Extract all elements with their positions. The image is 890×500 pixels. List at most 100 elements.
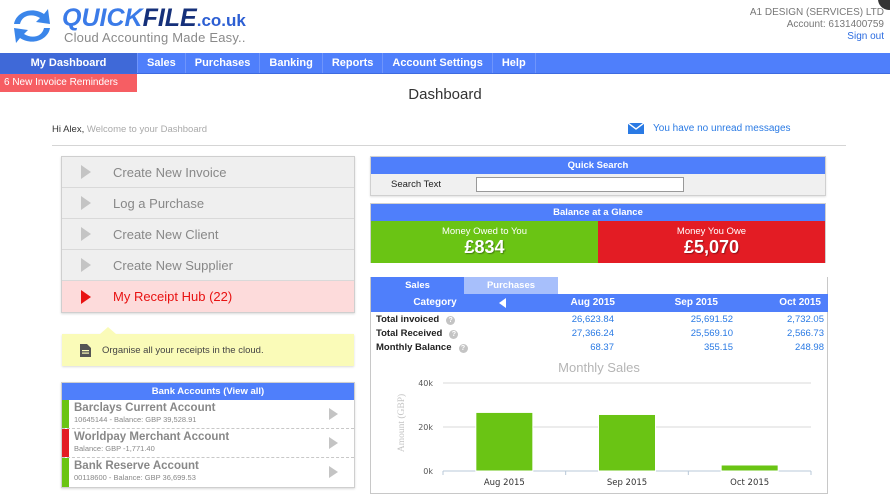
bank-account-row[interactable]: Bank Reserve Account 00118600 - Balance:…: [62, 458, 354, 487]
action-label: My Receipt Hub (22): [113, 289, 233, 304]
search-text-label: Search Text: [391, 179, 441, 190]
messages-text: You have no unread messages: [653, 123, 791, 134]
nav-sales[interactable]: Sales: [138, 53, 186, 73]
table-header: Category Aug 2015 Sep 2015 Oct 2015: [371, 294, 828, 312]
main-nav: My Dashboard Sales Purchases Banking Rep…: [0, 53, 890, 74]
account-name: Worldpay Merchant Account: [74, 431, 230, 443]
play-arrow-icon: [81, 227, 91, 241]
bank-account-row[interactable]: Worldpay Merchant Account Balance: GBP -…: [62, 429, 354, 458]
y-tick-label: 20k: [418, 423, 433, 432]
tab-purchases[interactable]: Purchases: [464, 277, 558, 294]
nav-purchases[interactable]: Purchases: [186, 53, 261, 73]
nav-help[interactable]: Help: [493, 53, 536, 73]
balance-header: Balance at a Glance: [371, 204, 825, 221]
account-detail: 10645144 - Balance: GBP 39,528.91: [74, 415, 197, 424]
sync-arrows-icon: [14, 9, 50, 43]
quick-search-panel: Quick Search Search Text: [370, 156, 826, 196]
brand-file: FILE: [142, 4, 197, 32]
play-arrow-icon: [81, 289, 91, 304]
x-tick-label: Aug 2015: [484, 478, 525, 488]
owed-to-you-value: £834: [464, 237, 505, 257]
nav-my-dashboard[interactable]: My Dashboard: [0, 53, 138, 73]
table-row: Total invoiced? 26,623.84 25,691.52 2,73…: [371, 313, 828, 327]
you-owe-label: Money You Owe: [676, 226, 747, 237]
column-month: Sep 2015: [674, 297, 718, 308]
bank-account-row[interactable]: Barclays Current Account 10645144 - Bala…: [62, 400, 354, 429]
action-label: Log a Purchase: [113, 195, 205, 211]
money-you-owe[interactable]: Money You Owe £5,070: [598, 221, 825, 263]
arrow-left-icon: [499, 298, 506, 308]
greeting: Hi Alex, Welcome to your Dashboard: [52, 124, 207, 135]
money-owed-to-you[interactable]: Money Owed to You £834: [371, 221, 598, 263]
column-month: Aug 2015: [570, 297, 615, 308]
brand-name: QUICKFILE.co.uk: [62, 4, 246, 33]
cell-value[interactable]: 68.37: [519, 341, 614, 355]
bar-aug-2015[interactable]: [475, 411, 534, 472]
nav-account-settings[interactable]: Account Settings: [383, 53, 493, 73]
cell-value[interactable]: 2,732.05: [733, 313, 824, 327]
quick-search-header: Quick Search: [371, 157, 825, 174]
account-detail: Balance: GBP -1,771.40: [74, 444, 155, 453]
greeting-name: Hi Alex,: [52, 124, 85, 135]
bar-oct-2015[interactable]: [720, 464, 779, 472]
sign-out-link[interactable]: Sign out: [750, 31, 884, 43]
cell-value[interactable]: 25,691.52: [614, 313, 733, 327]
column-category: Category: [413, 297, 457, 308]
nav-reports[interactable]: Reports: [323, 53, 384, 73]
mail-icon: [628, 123, 644, 134]
nav-banking[interactable]: Banking: [260, 53, 323, 73]
account-name: Barclays Current Account: [74, 402, 216, 414]
table-row: Total Received? 27,366.24 25,569.10 2,56…: [371, 327, 828, 341]
brand-quick: QUICK: [62, 4, 143, 32]
cell-value[interactable]: 2,566.73: [733, 327, 824, 341]
my-receipt-hub-button[interactable]: My Receipt Hub (22): [62, 281, 354, 312]
y-tick-label: 40k: [418, 379, 433, 388]
you-owe-value: £5,070: [683, 237, 740, 257]
chevron-right-icon: [329, 408, 338, 420]
cell-value[interactable]: 248.98: [733, 341, 824, 355]
tip-text: Organise all your receipts in the cloud.: [102, 344, 264, 356]
sales-summary-panel: Sales Purchases Category Aug 2015 Sep 20…: [370, 277, 828, 494]
row-label: Total Received: [376, 328, 443, 339]
quickfile-logo[interactable]: QUICKFILE.co.uk Cloud Accounting Made Ea…: [6, 4, 286, 48]
monthly-sales-chart: Monthly Sales Amount (GBP) 0k 20k 40k Aug 2…: [371, 357, 828, 494]
account-info: A1 DESIGN (SERVICES) LTD Account: 613140…: [750, 7, 884, 43]
messages-link[interactable]: You have no unread messages: [628, 123, 791, 134]
account-number: Account: 6131400759: [786, 19, 884, 30]
help-icon[interactable]: ?: [458, 343, 468, 353]
play-arrow-icon: [81, 258, 91, 272]
tab-sales[interactable]: Sales: [371, 277, 464, 294]
play-arrow-icon: [81, 165, 91, 179]
cell-value[interactable]: 27,366.24: [519, 327, 614, 341]
table-row: Monthly Balance? 68.37 355.15 248.98: [371, 341, 828, 355]
create-new-client-button[interactable]: Create New Client: [62, 219, 354, 250]
company-name: A1 DESIGN (SERVICES) LTD: [749, 7, 884, 18]
help-icon[interactable]: ?: [449, 329, 459, 339]
bank-accounts-header[interactable]: Bank Accounts (View all): [62, 383, 354, 400]
page-title: Dashboard: [408, 86, 482, 103]
greeting-welcome: Welcome to your Dashboard: [84, 124, 208, 135]
x-tick-label: Oct 2015: [730, 478, 769, 488]
cell-value[interactable]: 26,623.84: [519, 313, 614, 327]
chevron-right-icon: [329, 437, 338, 449]
bar-sep-2015[interactable]: [598, 413, 656, 472]
create-new-supplier-button[interactable]: Create New Supplier: [62, 250, 354, 281]
action-label: Create New Invoice: [113, 164, 227, 180]
previous-period-button[interactable]: [499, 294, 519, 312]
cell-value[interactable]: 355.15: [614, 341, 733, 355]
help-icon[interactable]: ?: [446, 315, 456, 325]
action-label: Create New Supplier: [113, 257, 233, 273]
account-detail: 00118600 - Balance: GBP 36,699.53: [74, 473, 196, 482]
row-label: Total invoiced: [376, 314, 440, 325]
search-input[interactable]: [476, 177, 684, 192]
receipt-hub-tip: Organise all your receipts in the cloud.: [62, 327, 354, 366]
cell-value[interactable]: 25,569.10: [614, 327, 733, 341]
status-indicator: [62, 458, 69, 487]
status-indicator: [62, 400, 69, 428]
log-a-purchase-button[interactable]: Log a Purchase: [62, 188, 354, 219]
balance-panel: Balance at a Glance Money Owed to You £8…: [370, 203, 826, 263]
create-new-invoice-button[interactable]: Create New Invoice: [62, 157, 354, 188]
chevron-right-icon: [329, 466, 338, 478]
play-arrow-icon: [81, 196, 91, 210]
status-indicator: [62, 429, 69, 457]
